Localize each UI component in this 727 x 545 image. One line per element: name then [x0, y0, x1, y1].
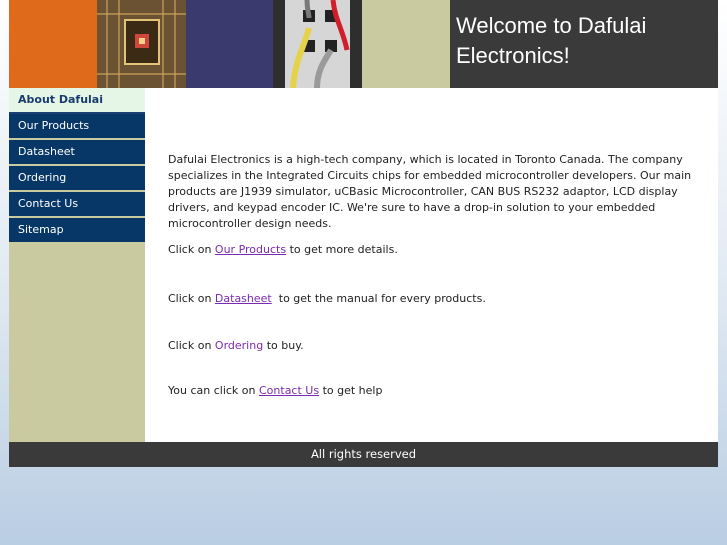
products-line: Click on Our Products to get more detail… — [168, 242, 398, 258]
datasheet-link[interactable]: Datasheet — [215, 292, 272, 305]
intro-paragraph: Dafulai Electronics is a high-tech compa… — [168, 153, 692, 230]
main-content: Dafulai Electronics is a high-tech compa… — [145, 88, 718, 442]
our-products-link[interactable]: Our Products — [215, 243, 286, 256]
page: Welcome to Dafulai Electronics! About Da… — [9, 0, 718, 467]
header-purple-block — [186, 0, 273, 88]
ordering-link[interactable]: Ordering — [215, 339, 263, 352]
footer: All rights reserved — [9, 442, 718, 467]
contact-us-link[interactable]: Contact Us — [259, 384, 319, 397]
sidebar-item-sitemap[interactable]: Sitemap — [9, 218, 145, 244]
sidebar-item-products[interactable]: Our Products — [9, 114, 145, 140]
header-olive-block — [362, 0, 450, 88]
contact-before: You can click on — [168, 384, 256, 397]
header-orange-block — [9, 0, 97, 88]
sidebar-item-ordering[interactable]: Ordering — [9, 166, 145, 192]
contact-line: You can click on Contact Us to get help — [168, 383, 382, 399]
cables-image — [273, 0, 362, 88]
datasheet-before: Click on — [168, 292, 212, 305]
contact-after: to get help — [322, 384, 383, 397]
footer-text: All rights reserved — [310, 447, 417, 461]
datasheet-after: to get the manual for every products. — [278, 292, 486, 305]
page-title: Welcome to Dafulai Electronics! — [456, 13, 647, 68]
sidebar-item-datasheet[interactable]: Datasheet — [9, 140, 145, 166]
ordering-before: Click on — [168, 339, 212, 352]
products-before: Click on — [168, 243, 212, 256]
sidebar-item-about[interactable]: About Dafulai — [9, 88, 145, 114]
chip-icon — [97, 0, 186, 88]
datasheet-line: Click on Datasheet to get the manual for… — [168, 291, 486, 307]
ordering-line: Click on Ordering to buy. — [168, 338, 304, 354]
products-after: to get more details. — [289, 243, 398, 256]
header-title-block: Welcome to Dafulai Electronics! — [450, 0, 718, 88]
network-cable-icon — [273, 0, 362, 88]
header-banner: Welcome to Dafulai Electronics! — [9, 0, 718, 88]
sidebar-item-contact[interactable]: Contact Us — [9, 192, 145, 218]
chip-image — [97, 0, 186, 88]
sidebar: About Dafulai Our Products Datasheet Ord… — [9, 88, 145, 442]
ordering-after: to buy. — [266, 339, 304, 352]
